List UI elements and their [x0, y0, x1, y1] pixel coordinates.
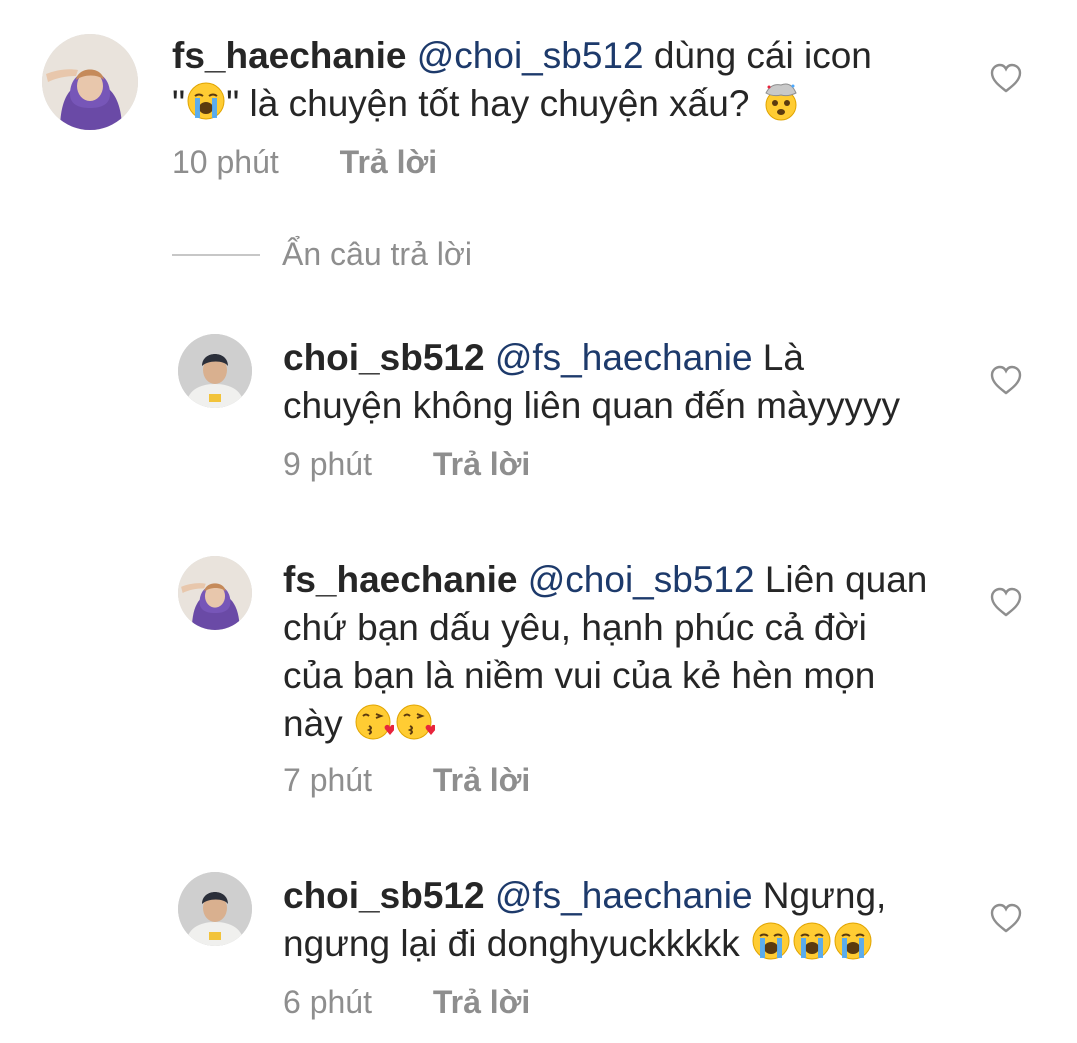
comment-mention[interactable]: @choi_sb512	[417, 35, 644, 76]
like-heart-icon[interactable]	[989, 902, 1023, 934]
comment-body-cont: chứ bạn dấu yêu, hạnh phúc cả đời	[283, 607, 867, 648]
comment-time: 10 phút	[172, 144, 279, 180]
comment-meta: 7 phút Trả lời	[283, 762, 530, 799]
comment-body-cont: này	[283, 703, 353, 744]
comment-body-cont: ngưng lại đi donghyuckkkkk	[283, 923, 750, 964]
comment-body: Là	[752, 337, 804, 378]
comment-mention[interactable]: @fs_haechanie	[495, 875, 753, 916]
comment-body-cont: chuyện không liên quan đến màyyyyy	[283, 385, 901, 426]
hide-replies-row[interactable]: Ẩn câu trả lời	[172, 236, 472, 273]
reply-button[interactable]: Trả lời	[433, 984, 530, 1020]
comment-meta: 9 phút Trả lời	[283, 446, 530, 483]
loudly-crying-face-emoji	[751, 921, 791, 961]
comment-mention[interactable]: @choi_sb512	[528, 559, 755, 600]
comment-text: fs_haechanie @choi_sb512 dùng cái icon "…	[172, 32, 992, 128]
comment-username[interactable]: choi_sb512	[283, 337, 485, 378]
avatar[interactable]	[42, 34, 138, 130]
comment-text: fs_haechanie @choi_sb512 Liên quan chứ b…	[283, 556, 983, 748]
loudly-crying-face-emoji	[833, 921, 873, 961]
reply-button[interactable]: Trả lời	[340, 144, 437, 180]
comment-time: 7 phút	[283, 762, 372, 798]
loudly-crying-face-emoji	[186, 81, 226, 121]
comment-body-cont: " là chuyện tốt hay chuyện xấu?	[226, 83, 760, 124]
comment-text: choi_sb512 @fs_haechanie Ngưng, ngưng lạ…	[283, 872, 983, 968]
like-heart-icon[interactable]	[989, 586, 1023, 618]
reply-button[interactable]: Trả lời	[433, 762, 530, 798]
avatar[interactable]	[178, 872, 252, 946]
divider	[172, 253, 260, 256]
comment-body-quote-open: "	[172, 83, 186, 124]
face-blowing-kiss-emoji	[395, 701, 435, 741]
reply-button[interactable]: Trả lời	[433, 446, 530, 482]
comment-mention[interactable]: @fs_haechanie	[495, 337, 753, 378]
comment-body-cont: của bạn là niềm vui của kẻ hèn mọn	[283, 655, 876, 696]
hide-replies-button[interactable]: Ẩn câu trả lời	[282, 236, 472, 273]
comment-time: 6 phút	[283, 984, 372, 1020]
comment-username[interactable]: choi_sb512	[283, 875, 485, 916]
face-blowing-kiss-emoji	[354, 701, 394, 741]
loudly-crying-face-emoji	[792, 921, 832, 961]
comment-body: Ngưng,	[752, 875, 887, 916]
comment-meta: 10 phút Trả lời	[172, 144, 437, 181]
avatar[interactable]	[178, 556, 252, 630]
avatar[interactable]	[178, 334, 252, 408]
comment-body: dùng cái icon	[643, 35, 872, 76]
comment-text: choi_sb512 @fs_haechanie Là chuyện không…	[283, 334, 983, 430]
like-heart-icon[interactable]	[989, 364, 1023, 396]
comment-meta: 6 phút Trả lời	[283, 984, 530, 1021]
like-heart-icon[interactable]	[989, 62, 1023, 94]
comment-time: 9 phút	[283, 446, 372, 482]
exploding-head-emoji	[761, 81, 801, 121]
comment-username[interactable]: fs_haechanie	[172, 35, 406, 76]
comment-body: Liên quan	[754, 559, 928, 600]
comment-username[interactable]: fs_haechanie	[283, 559, 517, 600]
